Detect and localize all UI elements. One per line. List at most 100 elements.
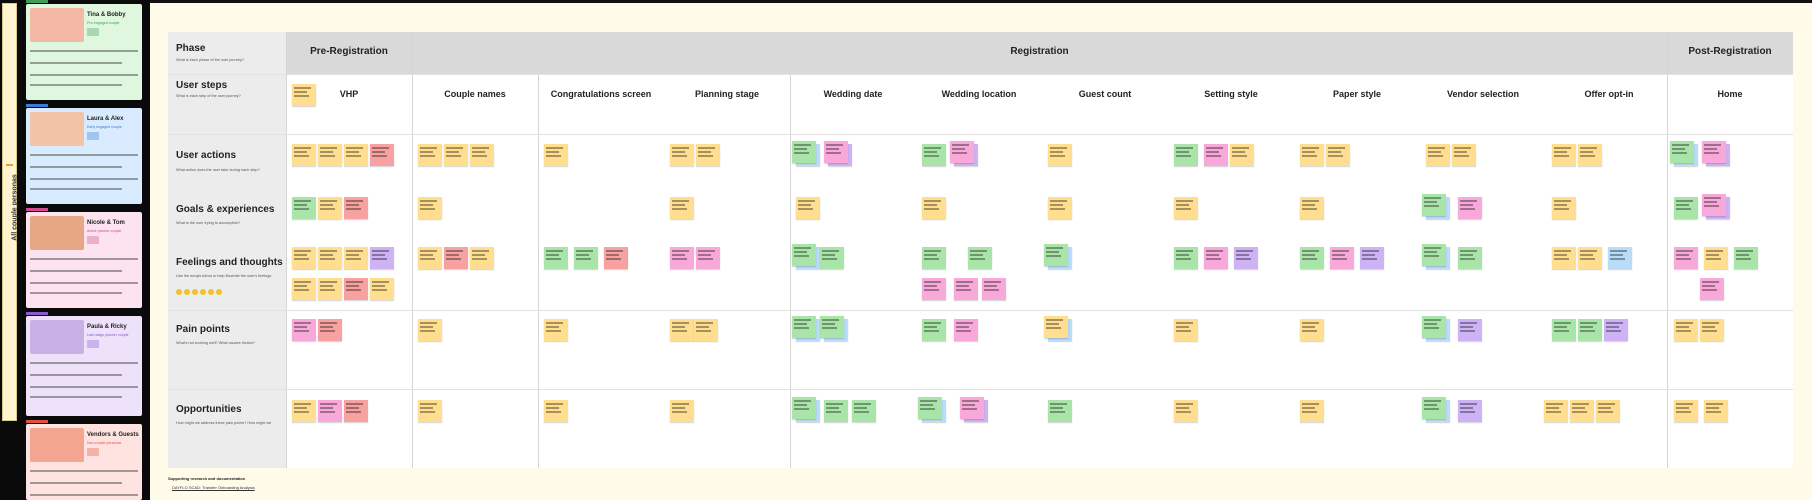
persona-card[interactable]: Laura & Alex Early engaged couple (26, 108, 142, 204)
sticky-note[interactable] (344, 247, 368, 269)
sticky-note[interactable] (292, 400, 316, 422)
sticky-note[interactable] (292, 84, 316, 106)
sticky-note[interactable] (1674, 319, 1698, 341)
sticky-note[interactable] (1426, 144, 1450, 166)
sticky-note[interactable] (1604, 319, 1628, 341)
sticky-note[interactable] (1174, 197, 1198, 219)
sticky-note[interactable] (1230, 144, 1254, 166)
sticky-note[interactable] (954, 319, 978, 341)
sticky-note[interactable] (694, 319, 718, 341)
sticky-note[interactable] (544, 247, 568, 269)
sticky-note[interactable] (318, 319, 342, 341)
sticky-note[interactable] (1360, 247, 1384, 269)
sticky-note[interactable] (1174, 400, 1198, 422)
sticky-note[interactable] (318, 197, 342, 219)
sticky-note[interactable] (1702, 194, 1726, 216)
sticky-note[interactable] (292, 278, 316, 300)
persona-card[interactable]: Vendors & Guests Non-couple personas (26, 424, 142, 500)
sticky-note[interactable] (370, 144, 394, 166)
sticky-note[interactable] (1674, 400, 1698, 422)
sticky-note[interactable] (824, 400, 848, 422)
sticky-note[interactable] (918, 397, 942, 419)
sticky-note[interactable] (982, 278, 1006, 300)
sticky-note[interactable] (1422, 397, 1446, 419)
sticky-note[interactable] (1578, 247, 1602, 269)
sticky-note[interactable] (1458, 197, 1482, 219)
sticky-note[interactable] (1330, 247, 1354, 269)
sticky-note[interactable] (292, 197, 316, 219)
sticky-note[interactable] (1174, 144, 1198, 166)
sticky-note[interactable] (370, 247, 394, 269)
sticky-note[interactable] (1458, 400, 1482, 422)
sticky-note[interactable] (444, 247, 468, 269)
sticky-note[interactable] (792, 316, 816, 338)
sticky-note[interactable] (1552, 319, 1576, 341)
persona-section-tab[interactable]: All couple personas (2, 3, 19, 421)
sticky-note[interactable] (1300, 197, 1324, 219)
sticky-note[interactable] (1700, 278, 1724, 300)
sticky-note[interactable] (670, 144, 694, 166)
sticky-note[interactable] (418, 247, 442, 269)
sticky-note[interactable] (1734, 247, 1758, 269)
sticky-note[interactable] (796, 197, 820, 219)
sticky-note[interactable] (292, 144, 316, 166)
sticky-note[interactable] (1608, 247, 1632, 269)
sticky-note[interactable] (1578, 319, 1602, 341)
sticky-note[interactable] (292, 319, 316, 341)
sticky-note[interactable] (1570, 400, 1594, 422)
sticky-note[interactable] (1700, 319, 1724, 341)
sticky-note[interactable] (370, 278, 394, 300)
sticky-note[interactable] (670, 319, 694, 341)
sticky-note[interactable] (344, 278, 368, 300)
sticky-note[interactable] (1204, 247, 1228, 269)
sticky-note[interactable] (1044, 316, 1068, 338)
sticky-note[interactable] (544, 319, 568, 341)
sticky-note[interactable] (1326, 144, 1350, 166)
sticky-note[interactable] (418, 197, 442, 219)
sticky-note[interactable] (670, 247, 694, 269)
sticky-note[interactable] (960, 397, 984, 419)
reference-link[interactable]: DAYFLO SCAD: Transfer Onboarding Analysi… (172, 485, 255, 490)
sticky-note[interactable] (470, 247, 494, 269)
sticky-note[interactable] (1174, 319, 1198, 341)
sticky-note[interactable] (820, 316, 844, 338)
sticky-note[interactable] (954, 278, 978, 300)
sticky-note[interactable] (1704, 247, 1728, 269)
sticky-note[interactable] (470, 144, 494, 166)
sticky-note[interactable] (1458, 319, 1482, 341)
sticky-note[interactable] (824, 141, 848, 163)
sticky-note[interactable] (418, 400, 442, 422)
sticky-note[interactable] (1300, 400, 1324, 422)
sticky-note[interactable] (544, 400, 568, 422)
sticky-note[interactable] (922, 144, 946, 166)
sticky-note[interactable] (1300, 144, 1324, 166)
sticky-note[interactable] (1578, 144, 1602, 166)
sticky-note[interactable] (696, 247, 720, 269)
sticky-note[interactable] (1204, 144, 1228, 166)
sticky-note[interactable] (1044, 244, 1068, 266)
sticky-note[interactable] (968, 247, 992, 269)
persona-card[interactable]: Tina & Bobby Pre-engaged couple (26, 4, 142, 100)
sticky-note[interactable] (1422, 194, 1446, 216)
sticky-note[interactable] (1704, 400, 1728, 422)
sticky-note[interactable] (1234, 247, 1258, 269)
sticky-note[interactable] (922, 278, 946, 300)
sticky-note[interactable] (1422, 244, 1446, 266)
sticky-note[interactable] (1702, 141, 1726, 163)
sticky-note[interactable] (950, 141, 974, 163)
sticky-note[interactable] (1048, 400, 1072, 422)
sticky-note[interactable] (852, 400, 876, 422)
sticky-note[interactable] (604, 247, 628, 269)
sticky-note[interactable] (318, 144, 342, 166)
sticky-note[interactable] (1552, 197, 1576, 219)
sticky-note[interactable] (792, 141, 816, 163)
persona-card[interactable]: Paula & Ricky Late-stage planner couple (26, 316, 142, 416)
sticky-note[interactable] (418, 319, 442, 341)
sticky-note[interactable] (670, 197, 694, 219)
sticky-note[interactable] (1674, 247, 1698, 269)
sticky-note[interactable] (544, 144, 568, 166)
sticky-note[interactable] (418, 144, 442, 166)
sticky-note[interactable] (1670, 141, 1694, 163)
sticky-note[interactable] (1174, 247, 1198, 269)
sticky-note[interactable] (1452, 144, 1476, 166)
